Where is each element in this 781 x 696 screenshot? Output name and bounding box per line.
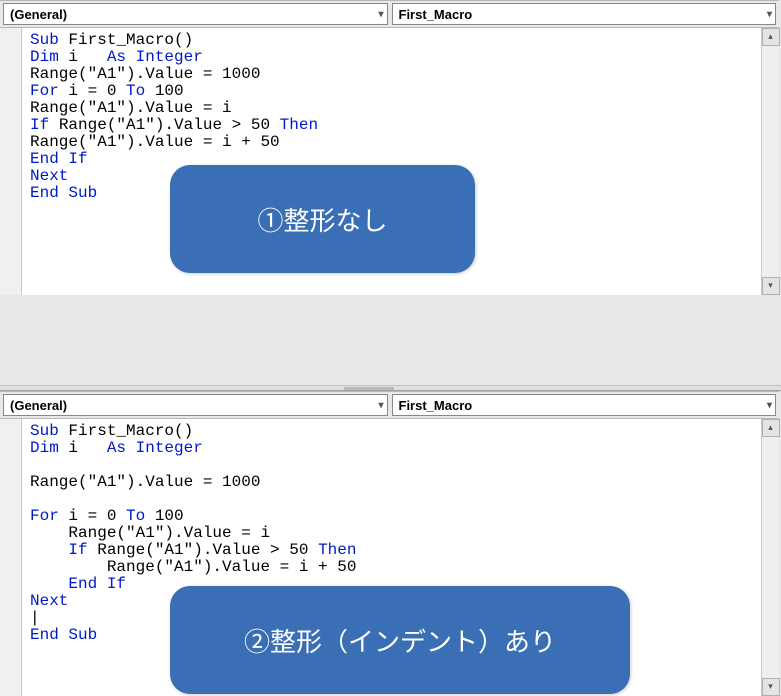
- procedure-dropdown-label: First_Macro: [399, 7, 473, 22]
- code-line: Range("A1").Value = i + 50: [30, 559, 771, 576]
- chevron-down-icon: ▾: [767, 400, 772, 411]
- editor-panel-1: (General) ▾ First_Macro ▾ Sub First_Macr…: [0, 0, 779, 295]
- code-line: Range("A1").Value = 1000: [30, 66, 771, 83]
- annotation-callout-1: ①整形なし: [170, 165, 475, 273]
- dropdown-row: (General) ▾ First_Macro ▾: [0, 0, 779, 28]
- scroll-down-icon[interactable]: ▾: [762, 277, 780, 295]
- gutter: [0, 419, 22, 696]
- editor-panel-2: (General) ▾ First_Macro ▾ Sub First_Macr…: [0, 391, 779, 696]
- procedure-dropdown[interactable]: First_Macro ▾: [392, 3, 777, 25]
- code-line: Dim i As Integer: [30, 440, 771, 457]
- scroll-up-icon[interactable]: ▴: [762, 28, 780, 46]
- gutter: [0, 28, 22, 295]
- procedure-dropdown[interactable]: First_Macro ▾: [392, 394, 777, 416]
- code-line: If Range("A1").Value > 50 Then: [30, 542, 771, 559]
- dropdown-row: (General) ▾ First_Macro ▾: [0, 391, 779, 419]
- chevron-down-icon: ▾: [378, 9, 383, 20]
- code-line: [30, 457, 771, 474]
- code-line: Sub First_Macro(): [30, 32, 771, 49]
- callout-text: ①整形なし: [257, 201, 387, 238]
- vertical-scrollbar[interactable]: ▴ ▾: [761, 419, 779, 696]
- vertical-scrollbar[interactable]: ▴ ▾: [761, 28, 779, 295]
- code-line: For i = 0 To 100: [30, 508, 771, 525]
- chevron-down-icon: ▾: [767, 9, 772, 20]
- scroll-up-icon[interactable]: ▴: [762, 419, 780, 437]
- scroll-down-icon[interactable]: ▾: [762, 678, 780, 696]
- code-line: For i = 0 To 100: [30, 83, 771, 100]
- code-line: Range("A1").Value = i: [30, 525, 771, 542]
- code-line: Range("A1").Value = 1000: [30, 474, 771, 491]
- code-line: Range("A1").Value = i + 50: [30, 134, 771, 151]
- chevron-down-icon: ▾: [378, 400, 383, 411]
- code-line: Range("A1").Value = i: [30, 100, 771, 117]
- code-line: If Range("A1").Value > 50 Then: [30, 117, 771, 134]
- code-line: Sub First_Macro(): [30, 423, 771, 440]
- code-line: Dim i As Integer: [30, 49, 771, 66]
- annotation-callout-2: ②整形（インデント）あり: [170, 586, 630, 694]
- object-dropdown-label: (General): [10, 398, 67, 413]
- procedure-dropdown-label: First_Macro: [399, 398, 473, 413]
- object-dropdown-label: (General): [10, 7, 67, 22]
- object-dropdown[interactable]: (General) ▾: [3, 3, 388, 25]
- object-dropdown[interactable]: (General) ▾: [3, 394, 388, 416]
- callout-text: ②整形（インデント）あり: [244, 622, 556, 659]
- code-line: [30, 491, 771, 508]
